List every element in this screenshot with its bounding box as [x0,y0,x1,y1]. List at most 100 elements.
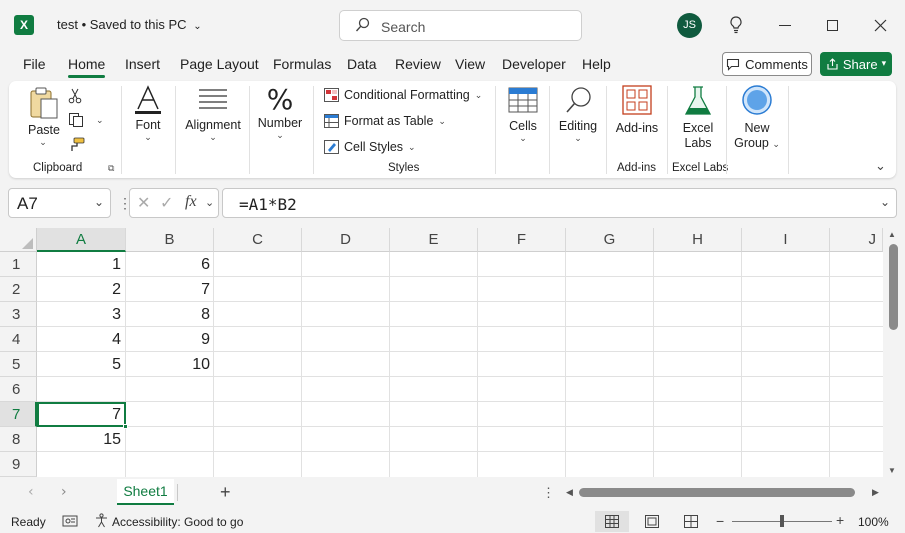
paste-label: Paste [28,123,60,137]
scroll-up-icon[interactable]: ▲ [888,230,896,239]
cell-b2[interactable]: 7 [126,277,214,302]
column-header-h[interactable]: H [654,228,742,252]
zoom-out-button[interactable]: − [716,513,724,529]
tab-insert[interactable]: Insert [125,56,160,72]
column-header-a[interactable]: A [37,228,126,252]
cell-b4[interactable]: 9 [126,327,214,352]
number-button[interactable]: % Number ⌄ [256,84,304,141]
tab-home[interactable]: Home [68,56,105,72]
row-header-2[interactable]: 2 [0,277,37,302]
horizontal-scroll-thumb[interactable] [579,488,855,497]
tab-view[interactable]: View [455,56,485,72]
cell-a2[interactable]: 2 [37,277,125,302]
share-button[interactable]: Share ▾ [820,52,892,76]
cell-a3[interactable]: 3 [37,302,125,327]
avatar[interactable]: JS [677,13,702,38]
accessibility-status[interactable]: Accessibility: Good to go [112,515,243,529]
dialog-launcher-icon[interactable]: ⧉ [108,163,114,174]
cell-b5[interactable]: 10 [126,352,214,377]
tab-developer[interactable]: Developer [502,56,566,72]
column-header-e[interactable]: E [390,228,478,252]
minimize-icon[interactable] [774,14,796,36]
column-header-c[interactable]: C [214,228,302,252]
cancel-icon[interactable]: ✕ [137,193,150,212]
row-header-5[interactable]: 5 [0,352,37,377]
scroll-left-icon[interactable]: ◀ [566,487,573,498]
row-header-4[interactable]: 4 [0,327,37,352]
paste-button[interactable]: Paste ⌄ [28,86,60,148]
row-header-7[interactable]: 7 [0,402,37,427]
formula-input[interactable]: =A1*B2 ⌄ [222,188,897,218]
cell-styles-button[interactable]: Cell Styles ⌄ [324,140,416,154]
scroll-down-icon[interactable]: ▼ [888,466,896,475]
search-box[interactable]: Search [339,10,582,41]
fill-handle[interactable] [123,424,128,429]
format-painter-icon[interactable] [68,137,85,156]
tab-data[interactable]: Data [347,56,377,72]
cell-a5[interactable]: 5 [37,352,125,377]
row-header-9[interactable]: 9 [0,452,37,477]
ribbon-collapse-icon[interactable]: ⌄ [875,158,886,174]
editing-button[interactable]: Editing ⌄ [557,84,599,144]
format-as-table-button[interactable]: Format as Table ⌄ [324,114,446,128]
cells-button[interactable]: Cells ⌄ [505,84,541,144]
row-header-1[interactable]: 1 [0,252,37,277]
conditional-formatting-button[interactable]: Conditional Formatting ⌄ [324,88,482,102]
macro-recording-icon[interactable] [62,514,78,531]
enter-icon[interactable]: ✓ [160,193,173,212]
row-header-6[interactable]: 6 [0,377,37,402]
page-break-view-icon[interactable] [684,515,698,531]
tab-file[interactable]: File [23,56,46,72]
tab-page-layout[interactable]: Page Layout [180,56,259,72]
zoom-in-button[interactable]: + [836,512,844,528]
cell-b3[interactable]: 8 [126,302,214,327]
cell-a8[interactable]: 15 [37,427,125,452]
column-header-f[interactable]: F [478,228,566,252]
cut-icon[interactable] [68,88,82,107]
tab-review[interactable]: Review [395,56,441,72]
add-ins-button[interactable]: Add-ins [614,84,660,135]
sheet-tab-sheet1[interactable]: Sheet1 [117,479,174,505]
tab-formulas[interactable]: Formulas [273,56,331,72]
maximize-icon[interactable] [821,14,843,36]
row-header-3[interactable]: 3 [0,302,37,327]
column-header-d[interactable]: D [302,228,390,252]
share-icon [827,57,838,70]
close-icon[interactable] [869,14,891,36]
font-button[interactable]: Font ⌄ [131,85,165,143]
cell-b1[interactable]: 6 [126,252,214,277]
column-header-j[interactable]: J [830,228,883,252]
vertical-scroll-thumb[interactable] [889,244,898,330]
select-all-corner[interactable] [0,228,37,252]
zoom-level[interactable]: 100% [858,515,889,529]
row-header-8[interactable]: 8 [0,427,37,452]
zoom-slider-thumb[interactable] [780,515,784,527]
column-header-b[interactable]: B [126,228,214,252]
normal-view-button[interactable] [595,511,629,532]
lightbulb-icon[interactable] [725,14,747,36]
comments-button[interactable]: Comments [722,52,812,76]
new-group-button[interactable]: New Group ⌄ [733,84,781,152]
document-title[interactable]: test • Saved to this PC ⌄ [57,17,202,32]
cell-a1[interactable]: 1 [37,252,125,277]
previous-sheet-icon[interactable]: ‹ [28,484,34,500]
excel-labs-button[interactable]: Excel Labs [676,84,720,151]
column-header-i[interactable]: I [742,228,830,252]
cell-a4[interactable]: 4 [37,327,125,352]
column-header-g[interactable]: G [566,228,654,252]
next-sheet-icon[interactable]: › [61,484,67,500]
insert-function-icon[interactable]: fx [185,193,197,211]
tab-help[interactable]: Help [582,56,611,72]
name-box[interactable]: A7 ⌄ [8,188,111,218]
accessibility-icon[interactable] [94,513,109,531]
copy-icon[interactable] [68,112,84,131]
excel-labs-label-2: Labs [684,136,712,150]
page-layout-view-icon[interactable] [645,515,659,531]
add-sheet-button[interactable]: + [220,482,231,503]
more-options-icon[interactable]: ⋮ [542,485,555,501]
chevron-down-icon[interactable]: ⌄ [880,195,890,209]
alignment-button[interactable]: Alignment ⌄ [183,85,243,143]
copy-dropdown-icon[interactable]: ⌄ [96,115,104,126]
chevron-down-icon[interactable]: ⌄ [205,196,214,209]
scroll-right-icon[interactable]: ▶ [872,487,879,498]
